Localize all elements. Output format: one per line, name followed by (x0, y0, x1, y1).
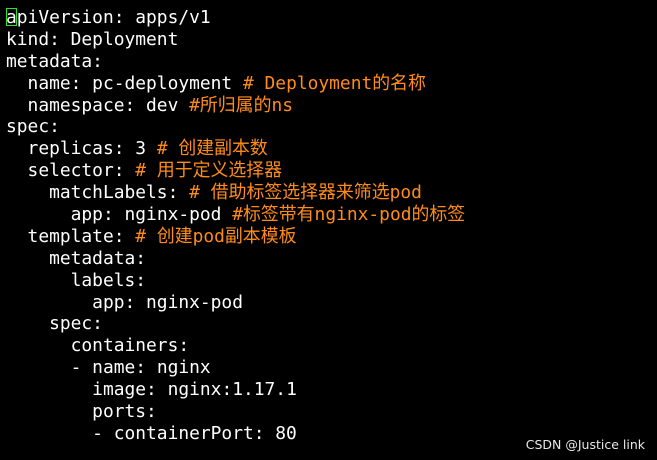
yaml-key: app: (70, 204, 114, 226)
yaml-key: image: (92, 379, 157, 401)
yaml-comment: #标签带有nginx-pod的标签 (232, 204, 466, 226)
yaml-key: containers: (70, 335, 190, 357)
yaml-key: replicas: (27, 138, 125, 160)
yaml-key: metadata: (6, 50, 103, 72)
yaml-value: Deployment (59, 28, 179, 50)
yaml-value: nginx-pod (113, 204, 233, 226)
code-line[interactable]: metadata: (6, 248, 465, 270)
yaml-key: spec: (6, 116, 60, 138)
code-line[interactable]: labels: (6, 270, 465, 292)
yaml-value: dev (135, 94, 190, 116)
yaml-key: app: (92, 291, 136, 313)
code-line[interactable]: app: nginx-pod #标签带有nginx-pod的标签 (6, 204, 466, 226)
code-line[interactable]: template: # 创建pod副本模板 (6, 226, 465, 248)
code-line[interactable]: containers: (6, 335, 465, 357)
yaml-value: nginx-pod (135, 291, 243, 313)
csdn-watermark: CSDN @Justice link (525, 437, 645, 452)
yaml-value (125, 226, 136, 247)
code-line[interactable]: name: pc-deployment # Deployment的名称 (6, 73, 465, 95)
yaml-value (125, 160, 136, 181)
yaml-key: template: (27, 225, 125, 247)
code-line[interactable]: - name: nginx (6, 357, 465, 379)
yaml-key: kind: (6, 28, 60, 50)
yaml-comment: # 创建pod副本模板 (135, 225, 297, 247)
code-line[interactable]: replicas: 3 # 创建副本数 (6, 138, 465, 160)
code-line[interactable]: ports: (6, 401, 465, 423)
yaml-value: apps/v1 (124, 7, 211, 28)
code-line[interactable]: spec: (6, 313, 465, 335)
yaml-key: matchLabels: (49, 182, 179, 204)
code-line[interactable]: image: nginx:1.17.1 (6, 379, 465, 401)
yaml-comment: # 用于定义选择器 (135, 160, 283, 182)
terminal-window[interactable]: apiVersion: apps/v1 kind: Deployment metad… (0, 0, 657, 460)
yaml-key: ports: (92, 401, 157, 423)
code-line[interactable]: apiVersion: apps/v1 (6, 7, 465, 29)
yaml-key: namespace: (27, 94, 136, 116)
code-line[interactable]: spec: (6, 116, 465, 138)
code-line[interactable]: namespace: dev #所归属的ns (6, 95, 465, 117)
yaml-value: nginx:1.17.1 (156, 379, 297, 401)
yaml-comment: #所归属的ns (189, 94, 294, 116)
yaml-value: 80 (264, 422, 297, 444)
yaml-key: spec: (49, 313, 103, 335)
yaml-comment: # Deployment的名称 (242, 72, 426, 94)
yaml-key: - name: (70, 357, 147, 379)
code-line[interactable]: app: nginx-pod (6, 292, 465, 314)
yaml-comment: # 借助标签选择器来筛选pod (189, 182, 422, 204)
yaml-key: name: (27, 72, 82, 94)
yaml-key: selector: (27, 160, 125, 182)
yaml-key: metadata: (49, 247, 147, 269)
yaml-key: labels: (70, 269, 147, 291)
code-line[interactable]: metadata: (6, 51, 465, 73)
code-line[interactable]: selector: # 用于定义选择器 (6, 160, 465, 182)
yaml-value: 3 (124, 138, 157, 160)
yaml-key: apiVersion: (6, 7, 125, 28)
yaml-value (178, 182, 189, 203)
yaml-value: nginx (146, 357, 211, 379)
yaml-editor[interactable]: apiVersion: apps/v1 kind: Deployment metad… (6, 7, 465, 445)
text-cursor (6, 8, 17, 26)
code-line[interactable]: kind: Deployment (6, 29, 465, 51)
yaml-key: - containerPort: (92, 422, 265, 444)
code-line[interactable]: - containerPort: 80 (6, 423, 465, 445)
yaml-value: pc-deployment (81, 72, 243, 94)
code-line[interactable]: matchLabels: # 借助标签选择器来筛选pod (6, 182, 465, 204)
yaml-comment: # 创建副本数 (156, 138, 268, 160)
